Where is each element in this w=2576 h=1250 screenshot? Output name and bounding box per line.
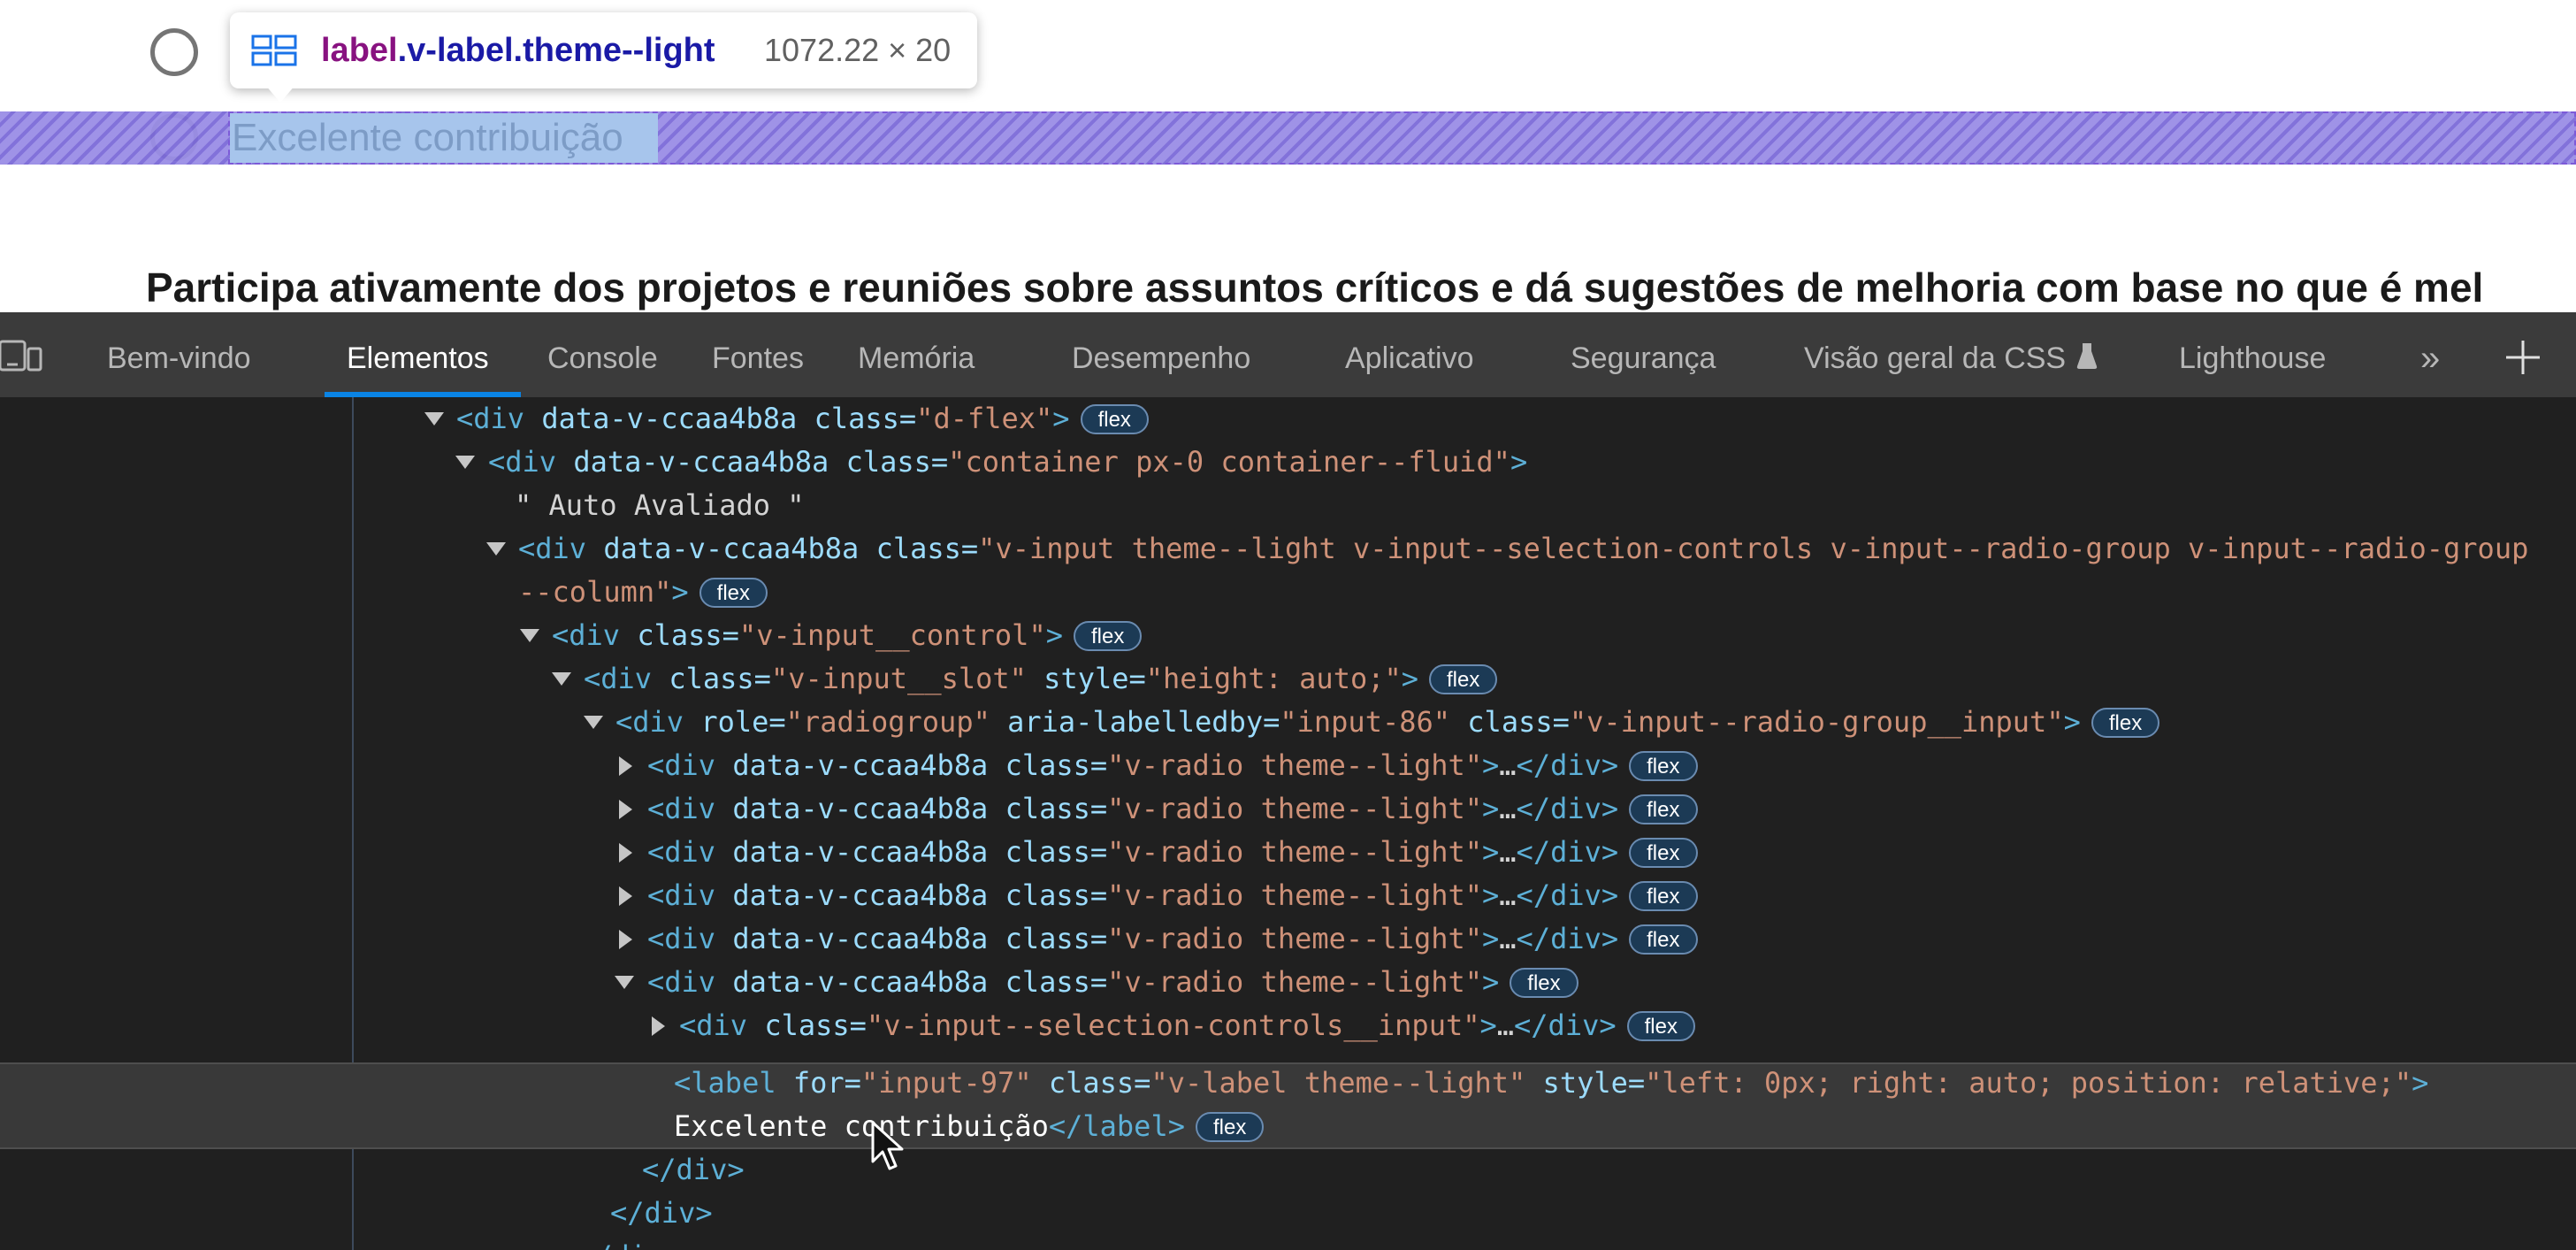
collapsed-triangle-icon[interactable] [652,1016,665,1036]
dom-node-v-input[interactable]: <div data-v-ccaa4b8a class="v-input them… [518,527,2528,571]
flex-badge[interactable]: flex [2091,708,2160,738]
tab-elementos[interactable]: Elementos [347,312,489,397]
dom-node-v-radio[interactable]: <div data-v-ccaa4b8a class="v-radio them… [647,874,1698,917]
dom-node-v-radio[interactable]: <div data-v-ccaa4b8a class="v-radio them… [647,787,1698,831]
dom-node-v-radio[interactable]: <div data-v-ccaa4b8a class="v-radio them… [647,917,1698,961]
tab-visao-geral-css[interactable]: Visão geral da CSS [1804,312,2098,397]
tab-console[interactable]: Console [547,312,658,397]
dom-node-selection-controls-input[interactable]: <div class="v-input--selection-controls_… [679,1004,1695,1047]
flex-badge[interactable]: flex [1195,1112,1265,1142]
dom-node-input-slot[interactable]: <div class="v-input__slot" style="height… [584,657,1498,701]
dom-node-input-control[interactable]: <div class="v-input__control"> flex [552,614,1143,657]
dom-node-v-radio-expanded[interactable]: <div data-v-ccaa4b8a class="v-radio them… [647,961,1578,1004]
flex-badge[interactable]: flex [1510,968,1578,998]
grid-layout-icon [251,35,297,66]
flex-badge[interactable]: flex [1080,404,1149,434]
dom-node-label-text[interactable]: Excelente contribuição</label> flex [674,1105,1265,1148]
collapsed-triangle-icon[interactable] [619,843,632,863]
collapsed-triangle-icon[interactable] [619,930,632,949]
tooltip-arrow [265,85,295,103]
tab-bem-vindo[interactable]: Bem-vindo [107,312,251,397]
flex-badge[interactable]: flex [1073,621,1143,651]
dom-node-v-input-cont[interactable]: --column"> flex [518,571,768,614]
dom-text-node[interactable]: " Auto Avaliado " [515,484,805,527]
flex-badge[interactable]: flex [1629,881,1698,911]
add-tab-icon[interactable] [2504,339,2542,376]
tab-fontes[interactable]: Fontes [712,312,804,397]
flex-badge[interactable]: flex [1629,794,1698,824]
dom-node-container[interactable]: <div data-v-ccaa4b8a class="container px… [488,441,1527,484]
dom-node-d-flex[interactable]: <div data-v-ccaa4b8a class="d-flex"> flex [456,397,1149,441]
radio-button-unchecked[interactable] [150,28,198,76]
expand-triangle-icon[interactable] [455,456,475,469]
flex-badge[interactable]: flex [1629,751,1698,781]
tab-aplicativo[interactable]: Aplicativo [1345,312,1474,397]
flex-badge[interactable]: flex [1429,664,1498,694]
dom-node-v-radio[interactable]: <div data-v-ccaa4b8a class="v-radio them… [647,744,1698,787]
flex-badge[interactable]: flex [1626,1011,1695,1041]
devtools-tab-bar: Bem-vindo Elementos Console Fontes Memór… [0,312,2576,397]
expand-triangle-icon[interactable] [552,672,571,686]
collapsed-triangle-icon[interactable] [619,800,632,819]
tab-lighthouse[interactable]: Lighthouse [2179,312,2326,397]
dom-node-label-selected[interactable]: <label for="input-97" class="v-label the… [674,1062,2428,1105]
device-emulation-icon[interactable] [0,338,44,373]
tab-visao-geral-css-label: Visão geral da CSS [1804,341,2067,375]
collapsed-triangle-icon[interactable] [619,886,632,906]
dom-close-div[interactable]: </div> [610,1192,713,1235]
flask-icon [2076,343,2098,369]
flex-badge[interactable]: flex [699,578,768,608]
dom-node-v-radio[interactable]: <div data-v-ccaa4b8a class="v-radio them… [647,831,1698,874]
tab-memoria[interactable]: Memória [858,312,975,397]
dom-node-radiogroup[interactable]: <div role="radiogroup" aria-labelledby="… [615,701,2160,744]
flex-badge[interactable]: flex [1629,924,1698,955]
more-tabs-chevron-icon[interactable]: » [2420,312,2440,397]
question-description: Participa ativamente dos projetos e reun… [146,265,2484,311]
tab-desempenho[interactable]: Desempenho [1072,312,1250,397]
dom-close-div[interactable]: </div> [578,1235,681,1250]
flex-badge[interactable]: flex [1629,838,1698,868]
dom-close-div[interactable]: </div> [642,1148,745,1192]
collapsed-triangle-icon[interactable] [619,756,632,776]
inspect-tooltip: label.v-label.theme--light 1072.22 × 20 [230,12,977,88]
tooltip-classes: .v-label.theme--light [397,32,715,69]
tooltip-tag: label [321,32,398,69]
elements-dom-tree: … <div data-v-ccaa4b8a class="d-flex">fl… [0,397,2576,1250]
expand-triangle-icon[interactable] [486,542,506,556]
radio-label-excelente[interactable]: Excelente contribuição [232,113,623,163]
tooltip-selector: label.v-label.theme--light [321,12,715,88]
expand-triangle-icon[interactable] [584,716,603,729]
tab-seguranca[interactable]: Segurança [1571,312,1716,397]
mouse-cursor-icon [871,1121,904,1170]
expand-triangle-icon[interactable] [615,976,634,989]
expand-triangle-icon[interactable] [520,629,539,642]
tooltip-dimensions: 1072.22 × 20 [764,32,952,68]
page-viewport: Excelente contribuição label.v-label.the… [0,0,2576,312]
expand-triangle-icon[interactable] [424,412,444,426]
